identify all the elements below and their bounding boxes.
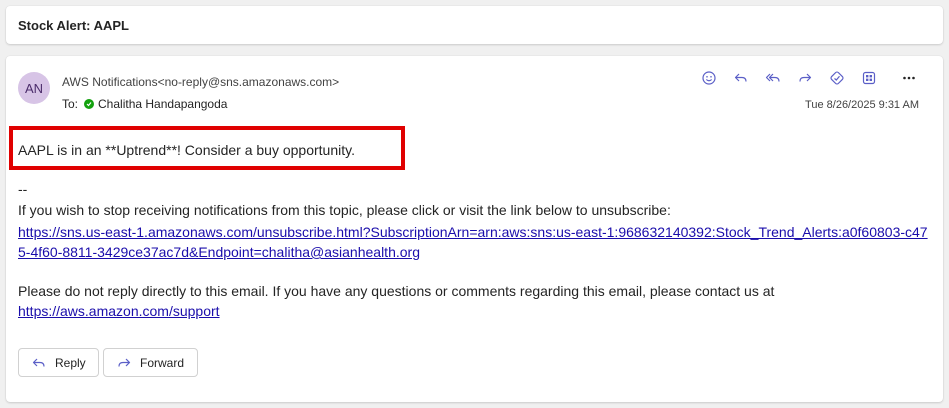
reply-button[interactable] <box>725 66 757 90</box>
reply-all-button[interactable] <box>757 66 789 90</box>
alert-message: AAPL is in an **Uptrend**! Consider a bu… <box>18 142 355 158</box>
message-card: AN AWS Notifications<no-reply@sns.amazon… <box>6 56 943 402</box>
emoji-icon <box>702 71 716 85</box>
forward-label: Forward <box>140 355 185 370</box>
forward-button[interactable] <box>789 66 821 90</box>
apps-button[interactable] <box>853 66 885 90</box>
message-timestamp: Tue 8/26/2025 9:31 AM <box>805 99 919 111</box>
reply-label: Reply <box>55 355 86 370</box>
reply-icon <box>734 73 747 82</box>
forward-icon <box>118 358 131 367</box>
avatar[interactable]: AN <box>18 72 50 104</box>
reply-action-button[interactable]: Reply <box>18 348 99 377</box>
reply-icon <box>32 358 45 367</box>
unsubscribe-link[interactable]: https://sns.us-east-1.amazonaws.com/unsu… <box>18 222 928 262</box>
unsubscribe-text: If you wish to stop receiving notificati… <box>18 202 671 218</box>
recipient-line: To: Chalitha Handapangoda <box>62 97 227 111</box>
forward-action-button[interactable]: Forward <box>103 348 198 377</box>
recipient-name[interactable]: Chalitha Handapangoda <box>98 97 227 111</box>
forward-icon <box>799 73 812 82</box>
apps-icon <box>862 71 876 85</box>
message-toolbar <box>693 66 925 90</box>
signature-separator: -- <box>18 181 28 197</box>
noreply-text: Please do not reply directly to this ema… <box>18 283 775 299</box>
reply-all-icon <box>765 73 780 82</box>
presence-available-icon <box>84 99 95 109</box>
more-options-button[interactable] <box>893 66 925 90</box>
sender-name[interactable]: AWS Notifications<no-reply@sns.amazonaws… <box>62 75 339 89</box>
subject-bar: Stock Alert: AAPL <box>6 6 943 44</box>
support-link[interactable]: https://aws.amazon.com/support <box>18 303 220 319</box>
copilot-icon <box>830 71 844 85</box>
copilot-button[interactable] <box>821 66 853 90</box>
more-icon <box>903 76 915 80</box>
emoji-reaction-button[interactable] <box>693 66 725 90</box>
email-subject: Stock Alert: AAPL <box>18 17 129 33</box>
to-label: To: <box>62 97 79 111</box>
